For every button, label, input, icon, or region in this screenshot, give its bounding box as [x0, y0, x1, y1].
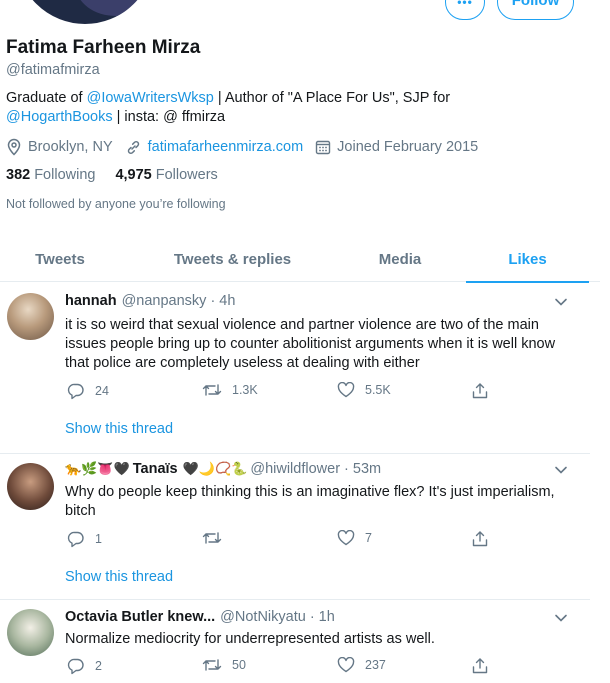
chevron-down-icon[interactable]	[554, 465, 568, 475]
share-icon	[472, 658, 488, 674]
reply-icon	[67, 531, 84, 548]
website-link[interactable]: fatimafarheenmirza.com	[148, 139, 304, 155]
followers-count[interactable]: 4,975	[115, 167, 151, 183]
bio-text-mid: | Author of "A Place For Us", SJP for	[213, 90, 451, 106]
reply-action[interactable]: 2	[67, 657, 102, 675]
like-action[interactable]: 5.5K	[337, 382, 391, 398]
profile-meta: Brooklyn, NY fatimafarheenmirza.com Join…	[6, 138, 490, 156]
like-count: 237	[365, 658, 386, 672]
tweet-avatar[interactable]	[7, 463, 54, 510]
tweet-text: it is so weird that sexual violence and …	[65, 317, 556, 371]
tweet-author-name[interactable]: Octavia Butler knew...	[65, 609, 215, 625]
tab-tweets[interactable]: Tweets	[0, 236, 120, 282]
share-action[interactable]	[472, 657, 498, 675]
location-text: Brooklyn, NY	[28, 139, 113, 155]
not-followed-text: Not followed by anyone you’re following	[6, 197, 226, 211]
tweet-header: 🐆🌿👅🖤 Tanaïs 🖤🌙📿🐍 @hiwildflower · 53m	[65, 461, 381, 477]
profile-tabs: Tweets Tweets & replies Media Likes	[0, 236, 600, 283]
chevron-down-icon[interactable]	[554, 297, 568, 307]
like-action[interactable]: 7	[337, 530, 372, 546]
like-count: 5.5K	[365, 383, 391, 397]
joined-text: Joined February 2015	[337, 139, 479, 155]
reply-count: 1	[95, 532, 102, 546]
tweet-author-meta[interactable]: @hiwildflower · 53m	[250, 461, 381, 477]
reply-action[interactable]: 1	[67, 530, 102, 548]
show-thread-link[interactable]: Show this thread	[65, 569, 173, 585]
joined: Joined February 2015	[315, 139, 478, 155]
tab-tweets-replies[interactable]: Tweets & replies	[120, 236, 345, 282]
tweet-author-meta[interactable]: @nanpansky · 4h	[122, 293, 236, 309]
location: Brooklyn, NY	[6, 138, 113, 156]
tab-likes[interactable]: Likes	[466, 236, 589, 283]
link-icon	[127, 140, 139, 154]
tweet-text: Normalize mediocrity for underrepresente…	[65, 631, 435, 647]
tweet[interactable]: 🐆🌿👅🖤 Tanaïs 🖤🌙📿🐍 @hiwildflower · 53m Why…	[0, 454, 590, 600]
retweet-icon	[202, 384, 222, 396]
profile-avatar[interactable]	[12, 0, 158, 28]
tweet-actions: 1 7	[65, 530, 495, 550]
name-emojis-suffix: 🖤🌙📿🐍	[182, 461, 248, 476]
website[interactable]: fatimafarheenmirza.com	[125, 139, 304, 156]
following-count[interactable]: 382	[6, 167, 30, 183]
retweet-action[interactable]	[202, 530, 232, 546]
tweet-avatar[interactable]	[7, 293, 54, 340]
bio-link-hogarth[interactable]: @HogarthBooks	[6, 109, 113, 125]
tweet-author-meta[interactable]: @NotNikyatu · 1h	[220, 609, 335, 625]
follow-counts: 382 Following 4,975 Followers	[6, 167, 238, 183]
retweet-icon	[202, 532, 222, 544]
retweet-action[interactable]: 50	[202, 657, 246, 673]
profile-name: Fatima Farheen Mirza	[6, 37, 201, 58]
following-label[interactable]: Following	[34, 167, 95, 183]
reply-icon	[67, 658, 84, 675]
tweet-header: hannah @nanpansky · 4h	[65, 293, 235, 309]
name-emojis-prefix: 🐆🌿👅🖤	[65, 461, 130, 476]
tweet-header: Octavia Butler knew... @NotNikyatu · 1h	[65, 609, 335, 625]
tweet-actions: 24 1.3K 5.5K	[65, 382, 495, 402]
profile-bio: Graduate of @IowaWritersWksp | Author of…	[6, 89, 506, 127]
tweet-text: Why do people keep thinking this is an i…	[65, 484, 555, 519]
retweet-count: 1.3K	[232, 383, 258, 397]
retweet-action[interactable]: 1.3K	[202, 382, 258, 398]
tweet-author-name[interactable]: Tanaïs	[133, 461, 178, 477]
share-action[interactable]	[472, 382, 498, 400]
bio-text-pre: Graduate of	[6, 90, 87, 106]
like-action[interactable]: 237	[337, 657, 386, 673]
share-action[interactable]	[472, 530, 498, 548]
chevron-down-icon[interactable]	[554, 613, 568, 623]
tweet[interactable]: hannah @nanpansky · 4h it is so weird th…	[0, 283, 590, 454]
show-thread-link[interactable]: Show this thread	[65, 421, 173, 437]
heart-icon	[337, 657, 355, 673]
reply-count: 24	[95, 384, 109, 398]
heart-icon	[337, 530, 355, 546]
share-icon	[472, 383, 488, 399]
follow-button[interactable]: Follow	[497, 0, 574, 20]
share-icon	[472, 531, 488, 547]
like-count: 7	[365, 531, 372, 545]
more-options-button[interactable]: •••	[445, 0, 485, 20]
reply-icon	[67, 383, 84, 400]
reply-count: 2	[95, 659, 102, 673]
bio-link-iowa[interactable]: @IowaWritersWksp	[87, 90, 214, 106]
followers-label[interactable]: Followers	[156, 167, 218, 183]
tweet[interactable]: Octavia Butler knew... @NotNikyatu · 1h …	[0, 600, 590, 683]
retweet-icon	[202, 659, 222, 671]
tweet-author-name[interactable]: hannah	[65, 293, 117, 309]
bio-text-post: | insta: @ ffmirza	[112, 109, 226, 125]
tab-media[interactable]: Media	[345, 236, 455, 282]
retweet-count: 50	[232, 658, 246, 672]
reply-action[interactable]: 24	[67, 382, 109, 400]
tweet-actions: 2 50 237	[65, 657, 495, 677]
tweet-avatar[interactable]	[7, 609, 54, 656]
heart-icon	[337, 382, 355, 398]
location-pin-icon	[7, 138, 21, 156]
calendar-icon	[315, 140, 331, 155]
profile-handle: @fatimafmirza	[6, 62, 100, 78]
